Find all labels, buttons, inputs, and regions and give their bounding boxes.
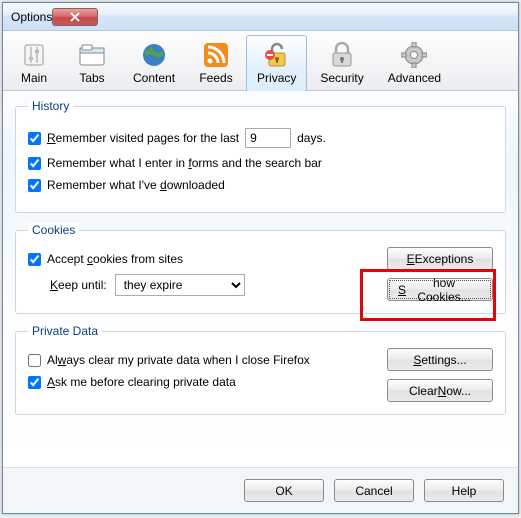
days-label: days. bbox=[297, 131, 326, 145]
tab-label: Tabs bbox=[79, 71, 104, 85]
tab-label: Feeds bbox=[199, 71, 232, 85]
visited-days-input[interactable] bbox=[245, 128, 291, 148]
tab-label: Advanced bbox=[388, 71, 441, 85]
ask-before-clear-label: Ask me before clearing private data bbox=[47, 375, 236, 389]
settings-button[interactable]: Settings... bbox=[387, 348, 493, 371]
padlock-open-icon bbox=[265, 42, 289, 68]
remember-downloads-label: Remember what I've downloaded bbox=[47, 178, 225, 192]
padlock-icon bbox=[331, 42, 353, 68]
cookies-group: Cookies Accept cookies from sites Keep u… bbox=[15, 223, 506, 314]
remember-visited-label: Remember visited pages for the last bbox=[47, 131, 239, 145]
tab-security[interactable]: Security bbox=[309, 35, 374, 91]
tab-advanced[interactable]: Advanced bbox=[377, 35, 452, 91]
exceptions-button[interactable]: EExceptions bbox=[387, 247, 493, 270]
private-data-group: Private Data Always clear my private dat… bbox=[15, 324, 506, 415]
tab-label: Security bbox=[320, 71, 363, 85]
cookies-legend: Cookies bbox=[28, 223, 79, 237]
gear-icon bbox=[401, 42, 427, 68]
tab-privacy[interactable]: Privacy bbox=[246, 35, 307, 91]
accept-cookies-checkbox[interactable] bbox=[28, 253, 41, 266]
tab-label: Privacy bbox=[257, 71, 296, 85]
ask-before-clear-checkbox[interactable] bbox=[28, 376, 41, 389]
window-icon bbox=[79, 44, 105, 66]
history-group: History Remember visited pages for the l… bbox=[15, 99, 506, 213]
cancel-button[interactable]: Cancel bbox=[334, 479, 414, 502]
remember-visited-checkbox[interactable] bbox=[28, 132, 41, 145]
tab-toolbar: Main Tabs Content Feeds Privacy Security… bbox=[3, 31, 518, 91]
clear-now-button[interactable]: Clear Now... bbox=[387, 379, 493, 402]
tab-main[interactable]: Main bbox=[6, 35, 62, 91]
history-legend: History bbox=[28, 99, 73, 113]
private-data-legend: Private Data bbox=[28, 324, 102, 338]
remember-forms-checkbox[interactable] bbox=[28, 157, 41, 170]
close-button[interactable] bbox=[52, 8, 98, 26]
slider-icon bbox=[22, 43, 46, 67]
remember-forms-label: Remember what I enter in forms and the s… bbox=[47, 156, 322, 170]
tab-tabs[interactable]: Tabs bbox=[64, 35, 120, 91]
tab-content[interactable]: Content bbox=[122, 35, 186, 91]
help-button[interactable]: Help bbox=[424, 479, 504, 502]
globe-icon bbox=[141, 42, 167, 68]
content-area: History Remember visited pages for the l… bbox=[3, 91, 518, 467]
tab-label: Content bbox=[133, 71, 175, 85]
always-clear-label: Always clear my private data when I clos… bbox=[47, 353, 310, 367]
tab-feeds[interactable]: Feeds bbox=[188, 35, 244, 91]
keep-until-select[interactable]: they expire bbox=[115, 274, 245, 296]
window-title: Options bbox=[11, 10, 52, 24]
rss-icon bbox=[204, 43, 228, 67]
show-cookies-button[interactable]: Show Cookies... bbox=[387, 278, 493, 301]
titlebar: Options bbox=[3, 3, 518, 31]
close-icon bbox=[70, 12, 80, 22]
accept-cookies-label: Accept cookies from sites bbox=[47, 252, 183, 266]
options-window: Options Main Tabs Content Feeds Privacy … bbox=[2, 2, 519, 514]
remember-downloads-checkbox[interactable] bbox=[28, 179, 41, 192]
dialog-footer: OK Cancel Help bbox=[3, 467, 518, 513]
always-clear-checkbox[interactable] bbox=[28, 354, 41, 367]
keep-until-label: Keep until: bbox=[50, 278, 107, 292]
tab-label: Main bbox=[21, 71, 47, 85]
ok-button[interactable]: OK bbox=[244, 479, 324, 502]
